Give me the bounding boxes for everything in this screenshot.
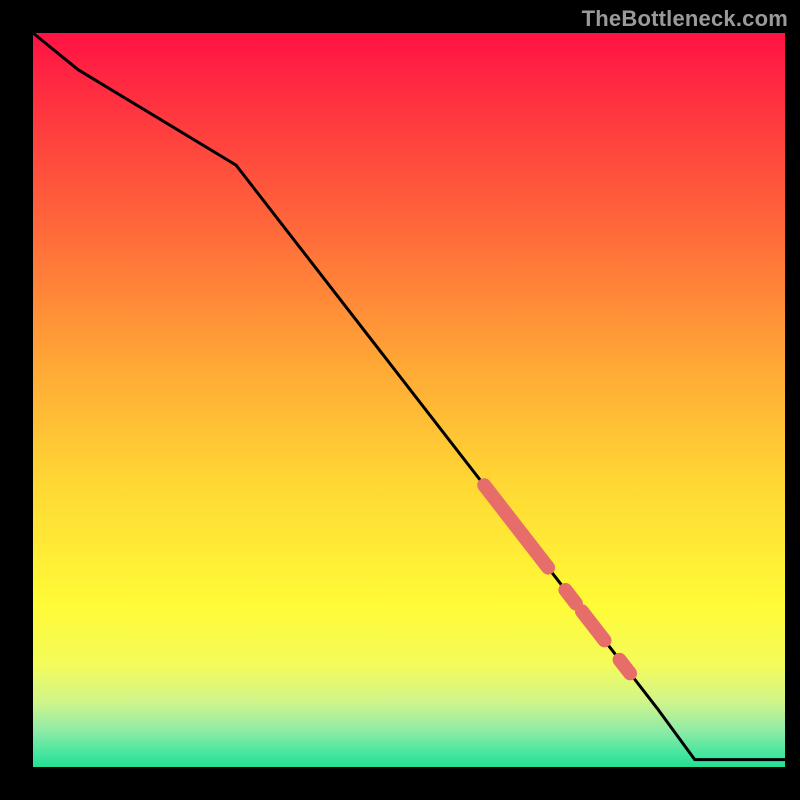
chart-stage: TheBottleneck.com	[0, 0, 800, 800]
line-marker	[620, 660, 631, 674]
plot-area	[33, 33, 785, 767]
source-watermark: TheBottleneck.com	[582, 6, 788, 32]
line-marker	[565, 590, 576, 604]
chart-svg	[0, 0, 800, 800]
